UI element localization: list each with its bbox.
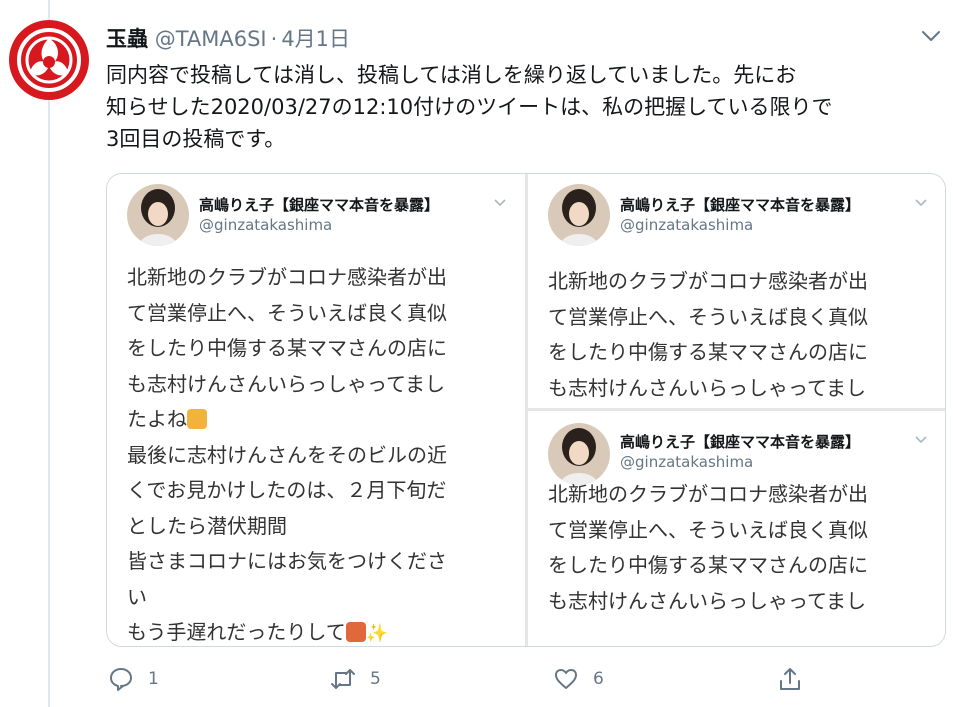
embedded-text-line: て営業停止へ、そういえば良く真似	[548, 304, 868, 329]
embedded-text-line-with-emoji: たよね	[127, 402, 447, 438]
chevron-down-icon[interactable]	[920, 28, 942, 44]
retweet-icon	[331, 669, 355, 689]
reply-count: 1	[148, 669, 159, 689]
embedded-text-line: い	[127, 584, 147, 609]
embedded-text: たよね	[127, 407, 187, 431]
embedded-text-line-with-emoji: もう手遅れだったりして ✨	[127, 615, 447, 646]
author-handle[interactable]: @TAMA6SI	[155, 27, 267, 51]
embedded-text-line: も志村けんさんいらっしゃってまし	[127, 371, 445, 396]
embedded-text-line: て営業停止へ、そういえば良く真似	[548, 517, 868, 542]
tweet-text-line: 3回目の投稿です。	[106, 127, 286, 151]
reply-button[interactable]: 1	[108, 663, 159, 695]
embedded-avatar	[127, 184, 189, 246]
embedded-text-line: 北新地のクラブがコロナ感染者が出	[548, 482, 868, 506]
author-name[interactable]: 玉蟲	[106, 27, 148, 51]
embedded-text-line: 最後に志村けんさんをそのビルの近	[127, 442, 447, 467]
like-count: 6	[593, 669, 604, 689]
tweet-date[interactable]: 4月1日	[281, 27, 350, 51]
embedded-author-handle: @ginzatakashima	[199, 216, 333, 234]
embedded-text-line: をしたり中傷する某ママさんの店に	[548, 553, 868, 577]
embedded-text-line: て営業停止へ、そういえば良く真似	[127, 300, 447, 325]
chevron-down-icon	[915, 436, 927, 444]
retweet-button[interactable]: 5	[330, 663, 381, 695]
tweet-text-line: 知らせした2020/03/27の12:10付けのツイートは、私の把握している限り…	[106, 95, 833, 119]
embedded-text-line: としたら潜伏期間	[127, 513, 287, 538]
embedded-text-line: 北新地のクラブがコロナ感染者が出	[127, 265, 447, 289]
cat-emoji-icon	[187, 409, 207, 429]
media-image-right-bottom[interactable]: 高嶋りえ子【銀座ママ本音を暴露】 @ginzatakashima 北新地のクラブ…	[528, 411, 945, 646]
tweet-media-grid[interactable]: 高嶋りえ子【銀座ママ本音を暴露】 @ginzatakashima 北新地のクラブ…	[106, 173, 946, 647]
tweet-text-line: 同内容で投稿しては消し、投稿しては消しを繰り返していました。先にお	[106, 63, 797, 87]
share-button[interactable]	[777, 663, 803, 695]
embedded-text-line: 北新地のクラブがコロナ感染者が出	[548, 269, 868, 293]
reply-icon	[110, 668, 132, 691]
share-icon	[780, 668, 800, 690]
embedded-tweet-text: 北新地のクラブがコロナ感染者が出 て営業停止へ、そういえば良く真似 をしたり中傷…	[548, 477, 868, 619]
heart-icon	[555, 669, 577, 689]
embedded-text-line: 皆さまコロナにはお気をつけくださ	[127, 549, 447, 573]
embedded-text-line: くでお見かけしたのは、２月下旬だ	[127, 478, 447, 502]
media-image-right-top[interactable]: 高嶋りえ子【銀座ママ本音を暴露】 @ginzatakashima 北新地のクラブ…	[528, 174, 945, 408]
embedded-tweet-text: 北新地のクラブがコロナ感染者が出 て営業停止へ、そういえば良く真似 をしたり中傷…	[127, 260, 447, 646]
thread-connector-line	[48, 0, 50, 707]
embedded-avatar	[548, 184, 610, 246]
embedded-author-name: 高嶋りえ子【銀座ママ本音を暴露】	[199, 196, 440, 214]
tweet-header: 玉蟲 @TAMA6SI · 4月1日	[106, 24, 350, 54]
avatar[interactable]	[9, 20, 89, 100]
embedded-author-handle: @ginzatakashima	[620, 453, 754, 471]
tweet-text: 同内容で投稿しては消し、投稿しては消しを繰り返していました。先にお 知らせした2…	[106, 59, 946, 155]
like-button[interactable]: 6	[553, 663, 604, 695]
chevron-down-icon	[494, 199, 506, 207]
embedded-text: もう手遅れだったりして	[127, 620, 346, 644]
sparkles-emoji-icon: ✨	[365, 623, 389, 644]
embedded-text-line: をしたり中傷する某ママさんの店に	[548, 340, 868, 364]
chevron-down-icon	[915, 199, 927, 207]
tweet-actions: 1 5 6	[0, 663, 953, 695]
gift-emoji-icon	[345, 622, 366, 642]
embedded-author-handle: @ginzatakashima	[620, 216, 754, 234]
media-image-left[interactable]: 高嶋りえ子【銀座ママ本音を暴露】 @ginzatakashima 北新地のクラブ…	[107, 174, 525, 646]
embedded-text-line: も志村けんさんいらっしゃってまし	[548, 588, 866, 613]
embedded-author-name: 高嶋りえ子【銀座ママ本音を暴露】	[620, 196, 861, 214]
retweet-count: 5	[370, 669, 381, 689]
embedded-avatar	[548, 423, 610, 485]
header-separator: ·	[270, 27, 278, 51]
embedded-tweet-text: 北新地のクラブがコロナ感染者が出 て営業停止へ、そういえば良く真似 をしたり中傷…	[548, 264, 868, 406]
embedded-author-name: 高嶋りえ子【銀座ママ本音を暴露】	[620, 433, 861, 451]
embedded-text-line: をしたり中傷する某ママさんの店に	[127, 336, 447, 360]
embedded-text-line: も志村けんさんいらっしゃってまし	[548, 375, 866, 400]
